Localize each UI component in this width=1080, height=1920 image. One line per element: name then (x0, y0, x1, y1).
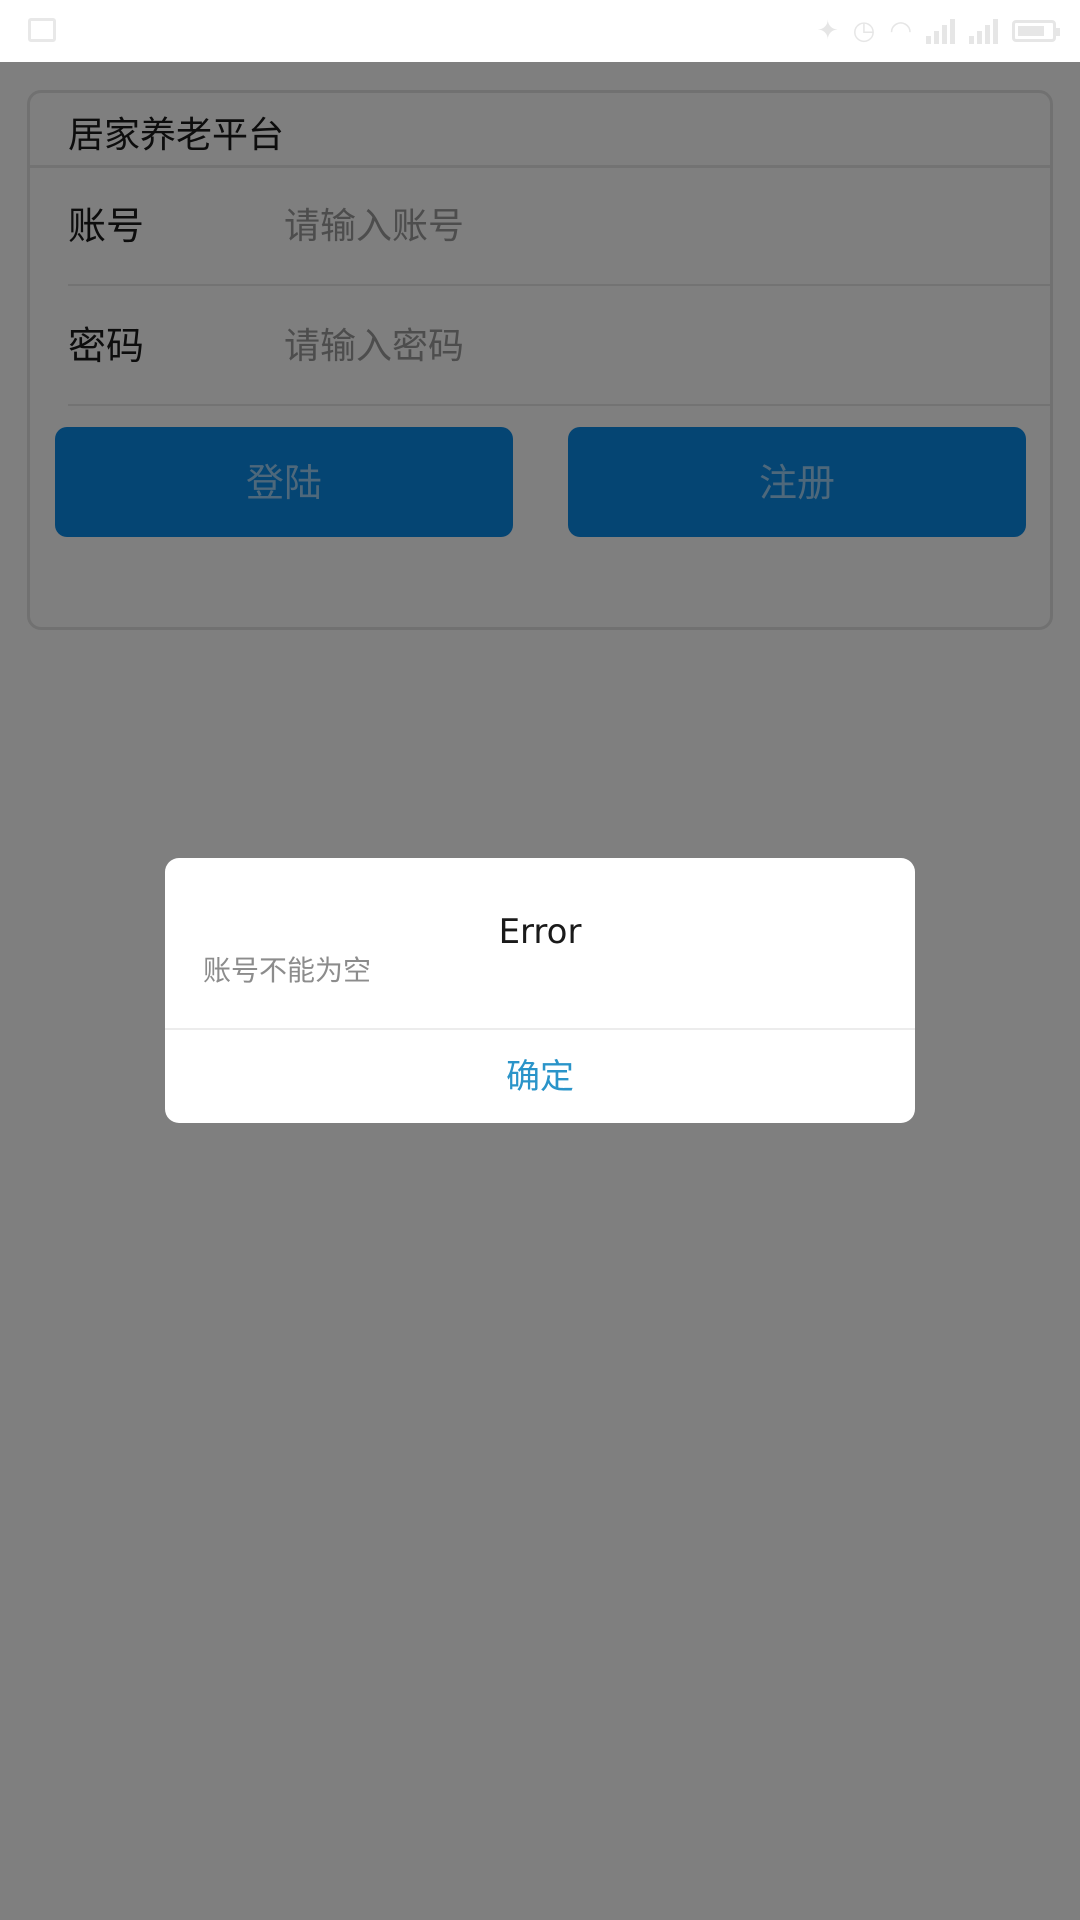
dialog-title: Error (498, 912, 582, 952)
status-icons: ✦ ◷ ◠ (816, 14, 1060, 48)
dialog-message: 账号不能为空 (203, 954, 372, 987)
confirm-button[interactable]: 确定 (165, 1030, 915, 1123)
image-notification-icon (28, 18, 56, 42)
bluetooth-icon: ✦ (816, 16, 839, 46)
wifi-icon: ◠ (889, 16, 912, 46)
alarm-icon: ◷ (852, 16, 876, 46)
error-dialog: Error 账号不能为空 确定 (165, 858, 915, 1123)
battery-icon (1012, 20, 1060, 42)
signal-icon (969, 18, 998, 44)
status-bar: ✦ ◷ ◠ (0, 0, 1080, 62)
signal-icon (926, 18, 955, 44)
